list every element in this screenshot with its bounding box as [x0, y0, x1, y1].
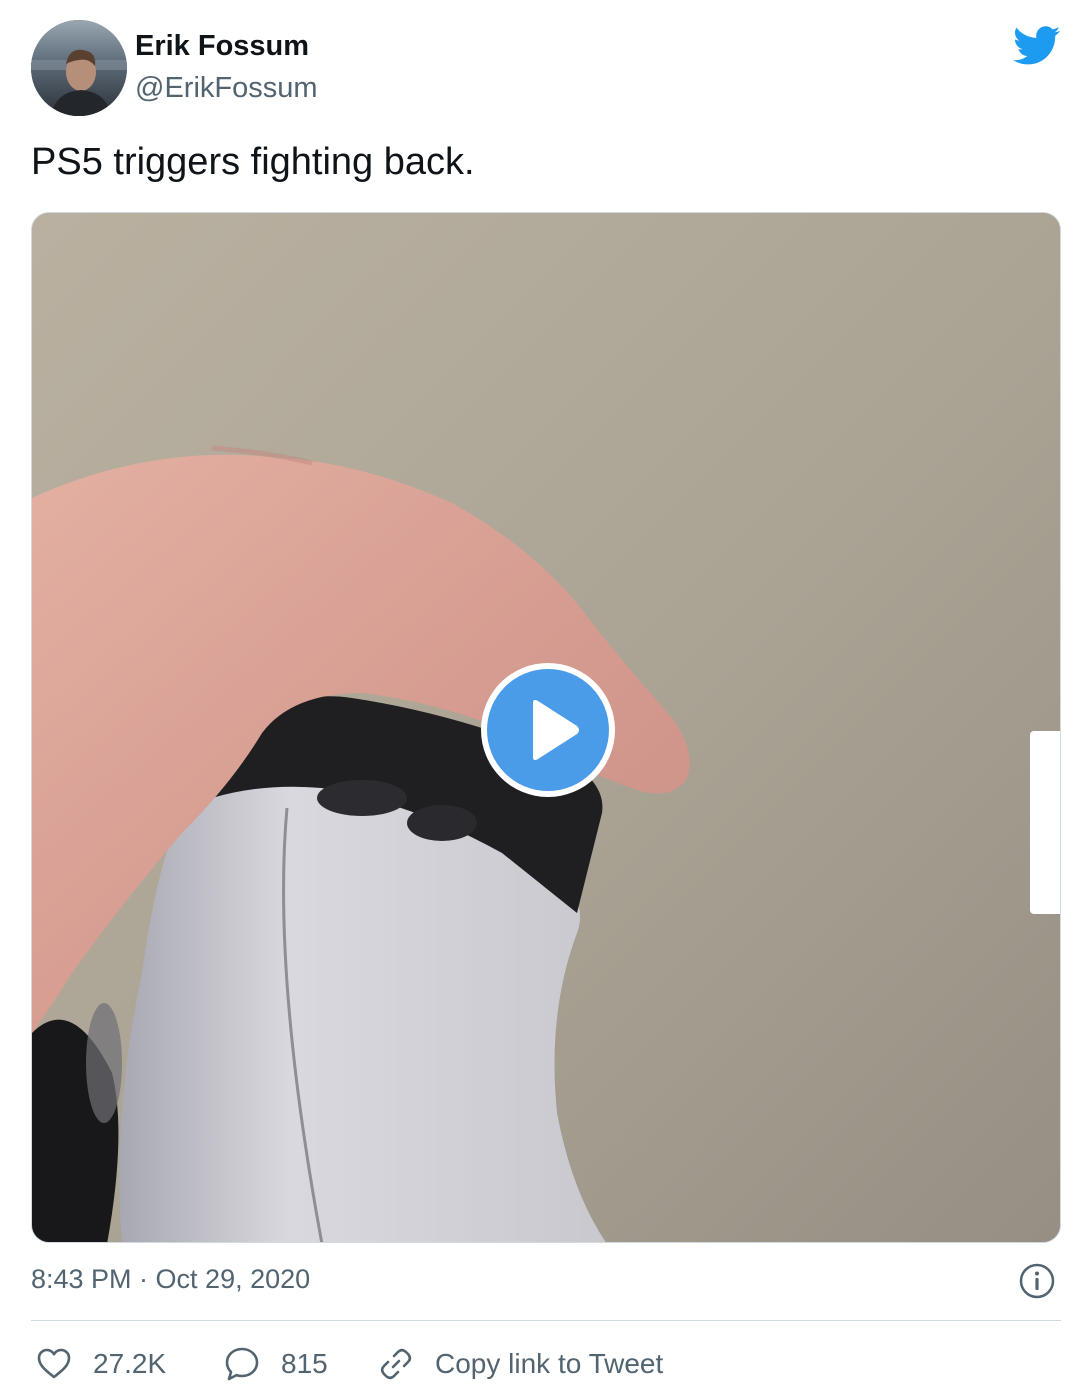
reply-count: 815: [281, 1348, 328, 1379]
link-icon: [380, 1348, 412, 1380]
speech-bubble-icon: [225, 1347, 259, 1381]
author-avatar[interactable]: [31, 20, 127, 116]
tweet-text: PS5 triggers fighting back.: [31, 141, 475, 183]
reply-button[interactable]: 815: [223, 1344, 328, 1384]
play-button[interactable]: [481, 663, 615, 797]
heart-icon: [37, 1348, 71, 1379]
side-scroll-tab[interactable]: [1030, 731, 1060, 914]
footer-divider: [31, 1320, 1061, 1321]
like-button[interactable]: 27.2K: [35, 1344, 166, 1384]
twitter-bird-icon[interactable]: [1013, 26, 1061, 66]
like-count: 27.2K: [93, 1348, 167, 1379]
play-icon: [487, 669, 609, 791]
copy-link-label: Copy link to Tweet: [435, 1348, 664, 1379]
tweet-timestamp[interactable]: 8:43 PM · Oct 29, 2020: [31, 1264, 310, 1295]
video-player[interactable]: [31, 212, 1061, 1243]
avatar-photo: [31, 20, 127, 116]
author-handle[interactable]: @ErikFossum: [135, 72, 318, 105]
tweet-card: Erik Fossum @ErikFossum PS5 triggers fig…: [0, 0, 1086, 1394]
author-name[interactable]: Erik Fossum: [135, 30, 309, 63]
info-icon[interactable]: [1019, 1263, 1055, 1299]
copy-link-button[interactable]: Copy link to Tweet: [377, 1344, 663, 1384]
